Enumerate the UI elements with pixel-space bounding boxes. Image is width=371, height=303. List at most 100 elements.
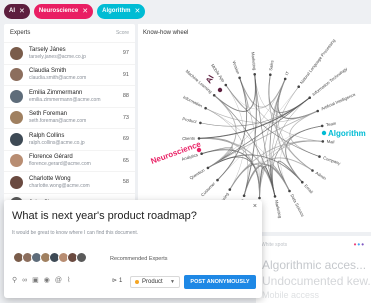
expert-row[interactable]: Emilia Zimmermann emilia.zimmermann@acme.… (4, 85, 135, 107)
wheel-node[interactable] (212, 94, 216, 97)
wheel-node[interactable] (204, 106, 207, 110)
wheel-label-algorithm[interactable]: Algorithm (328, 129, 366, 138)
wheel-node[interactable] (206, 166, 210, 170)
filter-chip-ai[interactable]: AI ✕ (4, 3, 30, 19)
wheel-label[interactable]: Data Science (290, 193, 306, 218)
avatar[interactable] (76, 252, 87, 263)
expert-info: Claudia Smith claudia.smith@acme.com (29, 68, 123, 81)
pin-icon[interactable]: ⚲ (12, 276, 17, 284)
wheel-node[interactable] (253, 73, 256, 76)
avatar (10, 132, 23, 146)
expert-name: Emilia Zimmermann (29, 89, 83, 96)
wheel-node[interactable] (297, 85, 300, 88)
wheel-label[interactable]: Product (182, 116, 198, 124)
wheel-label[interactable]: Artificial Intelligence (320, 92, 356, 112)
close-icon[interactable]: ✕ (82, 7, 88, 15)
wheel-node[interactable] (316, 109, 319, 113)
filter-chip-neuroscience[interactable]: Neuroscience ✕ (33, 3, 94, 19)
expert-name: Tarsely Jánes (29, 46, 66, 53)
wheel-label[interactable]: Version (231, 60, 241, 75)
wheel-label[interactable]: Clients (182, 136, 195, 141)
avatar (10, 154, 23, 168)
wheel-label[interactable]: Marketing (274, 200, 283, 220)
wheel-label[interactable]: Customer (200, 181, 217, 198)
wheel-node[interactable] (216, 178, 219, 182)
expert-score: 58 (122, 179, 129, 186)
wheel-label[interactable]: Team (326, 121, 337, 128)
close-icon[interactable]: ✕ (19, 7, 25, 15)
expert-info: Tarsely Jánes tarsely.janes@acme.co.jp (29, 47, 123, 60)
product-dropdown[interactable]: Product ▼ (130, 276, 180, 288)
wheel-label[interactable]: Marketing (250, 52, 257, 71)
filter-chips: AI ✕ Neuroscience ✕ Algorithm ✕ (0, 0, 371, 22)
chevron-down-icon: ▼ (170, 279, 175, 285)
question-title[interactable]: What is next year's product roadmap? (12, 210, 197, 222)
filter-chip-algorithm[interactable]: Algorithm ✕ (97, 3, 146, 19)
close-icon[interactable]: × (253, 203, 257, 210)
wheel-label[interactable]: Information (182, 95, 204, 109)
white-spot-item[interactable]: Undocumented kew... (262, 274, 371, 288)
post-anonymously-button[interactable]: POST ANONYMOUSLY (184, 275, 256, 289)
wheel-node[interactable] (228, 188, 232, 191)
tag-icon: ⊳ (112, 278, 118, 284)
attach-icon[interactable]: ⌇ (67, 276, 70, 284)
expert-row[interactable]: Tarsely Jánes tarsely.janes@acme.co.jp 97 (4, 42, 135, 64)
expert-email: seth.foreman@acme.com (29, 118, 87, 125)
wheel-node[interactable] (321, 140, 325, 143)
avatar (10, 111, 23, 125)
wheel-node[interactable] (242, 194, 246, 197)
recommended-avatars (13, 252, 87, 263)
tag-count[interactable]: ⊳ 1 (112, 277, 122, 285)
expert-row[interactable]: Ralph Collins ralph.collins@acme.co.jp 69 (4, 128, 135, 150)
wheel-label[interactable]: Admin (315, 170, 328, 181)
expert-row[interactable]: Seth Foreman seth.foreman@acme.com 73 (4, 106, 135, 129)
wheel-label[interactable]: Sales (268, 60, 275, 71)
link-icon[interactable]: ∞ (22, 277, 27, 284)
expert-info: Seth Foreman seth.foreman@acme.com (29, 111, 123, 124)
expert-info: Emilia Zimmermann emilia.zimmermann@acme.… (29, 90, 123, 103)
camera-icon[interactable]: ◉ (44, 276, 50, 284)
wheel-node[interactable] (320, 124, 324, 128)
wheel-label[interactable]: Mail (327, 139, 335, 145)
wheel-node[interactable] (311, 169, 314, 172)
more-dots-icon[interactable]: ••• (354, 240, 365, 249)
experts-panel: Experts Score Tarsely Jánes tarsely.janes… (4, 24, 135, 209)
question-subtitle[interactable]: It would be great to know where I can fi… (12, 230, 138, 236)
wheel-label[interactable]: Question (189, 167, 207, 180)
wheel-node[interactable] (308, 96, 311, 99)
wheel-node[interactable] (258, 196, 261, 200)
wheel-node[interactable] (238, 76, 241, 80)
wheel-node[interactable] (318, 155, 321, 158)
wheel-label[interactable]: Information Technology (311, 66, 349, 97)
expert-row[interactable]: Claudia Smith claudia.smith@acme.com 91 (4, 63, 135, 86)
wheel-chord (277, 78, 318, 120)
expert-email: emilia.zimmermann@acme.com (29, 96, 101, 103)
expert-row[interactable]: Florence Gérard florence.gerard@acme.com 6… (4, 149, 135, 172)
score-column-header: Score (115, 30, 129, 36)
white-spot-item[interactable]: Algorithmic acces... (262, 258, 366, 272)
white-spot-item[interactable]: Mobile access (262, 290, 319, 300)
expert-score: 97 (122, 50, 129, 57)
white-spots-title: White spots (261, 242, 288, 248)
expert-name: Ralph Collins (29, 132, 65, 139)
wheel-node[interactable] (301, 180, 304, 184)
avatar (10, 68, 23, 82)
wheel-label[interactable]: IT (284, 70, 290, 76)
image-icon[interactable]: ▣ (32, 276, 39, 284)
wheel-node[interactable] (273, 195, 277, 198)
wheel-node[interactable] (269, 73, 272, 76)
wheel-label[interactable]: Company (323, 155, 342, 166)
expert-score: 91 (122, 71, 129, 78)
mention-icon[interactable]: @ (55, 277, 62, 284)
close-icon[interactable]: ✕ (134, 7, 140, 15)
wheel-node[interactable] (283, 77, 287, 81)
wheel-node[interactable] (200, 152, 203, 155)
wheel-node[interactable] (288, 189, 291, 193)
wheel-node-algorithm[interactable] (321, 130, 327, 136)
wheel-label[interactable]: Email (303, 183, 314, 194)
expert-row[interactable]: Charlotte Wong charlotte.wong@acme.com 58 (4, 171, 135, 193)
wheel-node[interactable] (224, 83, 228, 87)
expert-score: 73 (122, 114, 129, 121)
wheel-node[interactable] (199, 121, 202, 125)
wheel-node-ai[interactable] (217, 87, 223, 93)
